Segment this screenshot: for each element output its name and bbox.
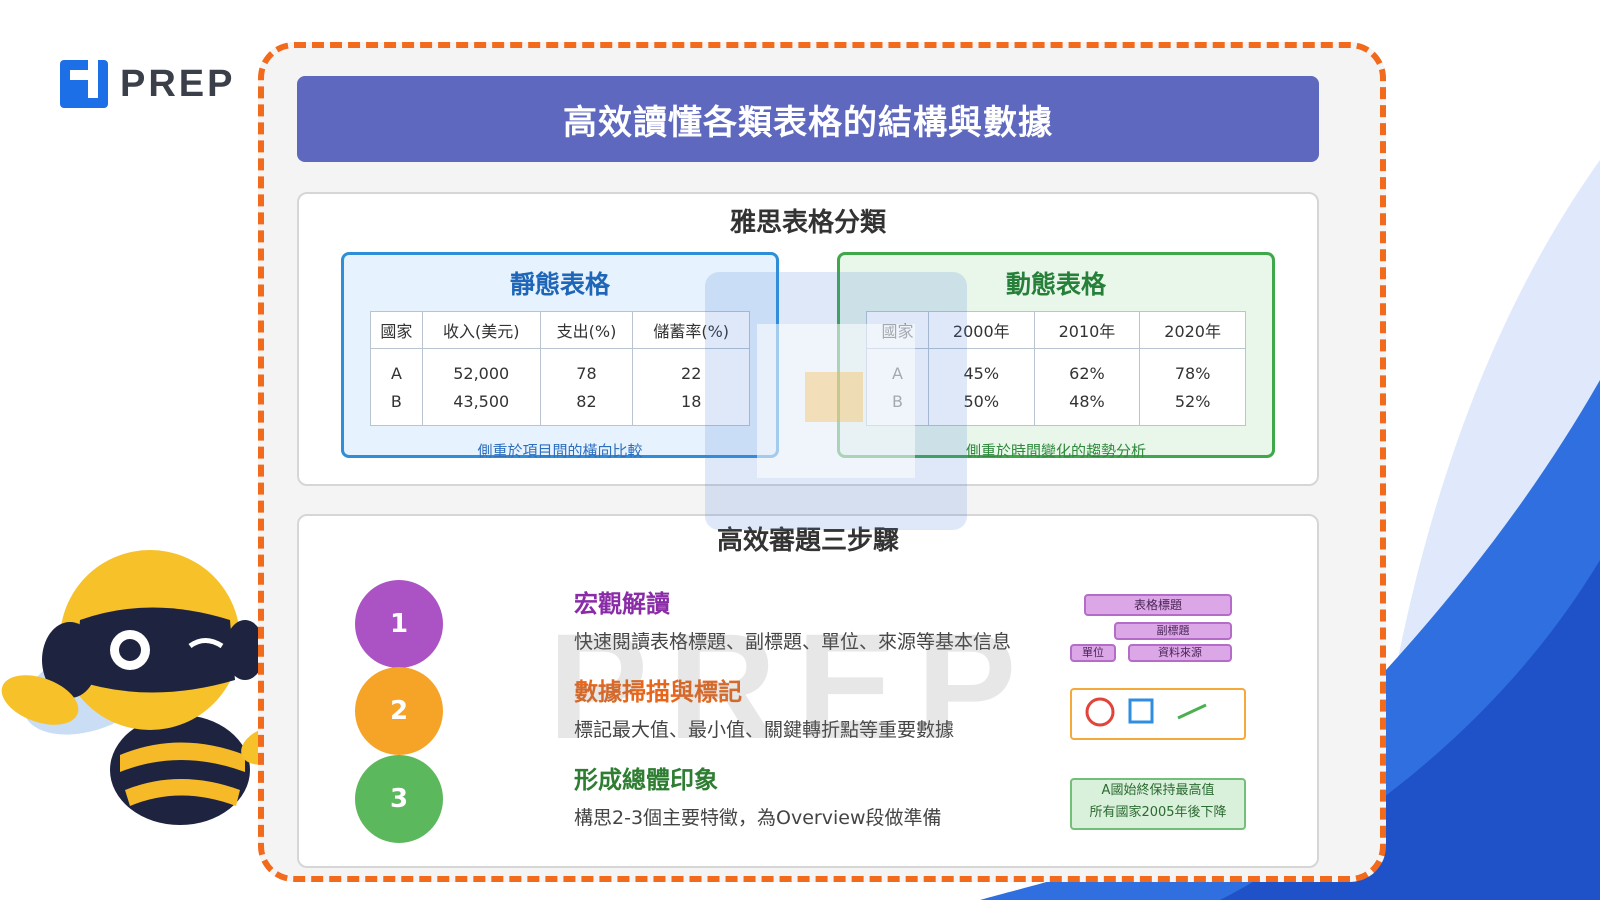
- table-cell: A: [866, 348, 929, 387]
- table-cell: 48%: [1033, 387, 1141, 426]
- dynamic-header: 2010年: [1033, 311, 1141, 349]
- dynamic-table: 國家 2000年 2010年 2020年 A 45% 62% 78% B 50%…: [866, 311, 1246, 426]
- static-table-card: 靜態表格 國家 收入(美元) 支出(%) 儲蓄率(%) A 52,000 78 …: [341, 252, 779, 460]
- prep-logo: PREP: [58, 58, 235, 110]
- table-cell: 52%: [1139, 387, 1246, 426]
- table-cell: 50%: [927, 387, 1035, 426]
- table-row: B 43,500 82 18: [370, 387, 750, 426]
- static-header: 儲蓄率(%): [632, 311, 750, 349]
- step-3-desc: 構思2-3個主要特徵，為Overview段做準備: [574, 807, 942, 829]
- dynamic-header: 2020年: [1139, 311, 1246, 349]
- table-classification-panel: 雅思表格分類 靜態表格 國家 收入(美元) 支出(%) 儲蓄率(%) A 52,…: [297, 192, 1319, 486]
- label-subtitle: 副標題: [1114, 622, 1232, 640]
- main-title: 高效讀懂各類表格的結構與數據: [563, 102, 1053, 143]
- dynamic-table-title: 動態表格: [1005, 270, 1106, 299]
- title-banner: 高效讀懂各類表格的結構與數據: [297, 76, 1319, 162]
- static-header: 收入(美元): [421, 311, 541, 349]
- table-row: B 50% 48% 52%: [866, 387, 1246, 426]
- static-header: 支出(%): [539, 311, 634, 349]
- steps-heading: 高效審題三步驟: [716, 526, 899, 556]
- step-3-badge: 3: [355, 755, 443, 843]
- table-cell: 78: [539, 348, 634, 387]
- summary-line: 所有國家2005年後下降: [1089, 805, 1227, 820]
- brand-name: PREP: [120, 62, 236, 105]
- step-1-badge: 1: [355, 580, 443, 668]
- dynamic-header: 國家: [866, 311, 929, 349]
- table-cell: 43,500: [421, 387, 541, 426]
- step-2-badge: 2: [355, 667, 443, 755]
- classification-heading: 雅思表格分類: [729, 208, 886, 238]
- table-cell: B: [370, 387, 423, 426]
- underline-mark-icon: [1177, 703, 1207, 720]
- table-cell: 22: [632, 348, 750, 387]
- table-cell: 62%: [1033, 348, 1141, 387]
- static-header: 國家: [370, 311, 423, 349]
- table-cell: 82: [539, 387, 634, 426]
- prep-logo-icon: [60, 60, 108, 108]
- summary-line: A國始終保持最高值: [1101, 783, 1215, 798]
- label-unit: 單位: [1070, 644, 1116, 662]
- marking-symbols: [1085, 697, 1207, 727]
- table-cell: 78%: [1139, 348, 1246, 387]
- square-mark-icon: [1128, 698, 1154, 724]
- label-source: 資料來源: [1128, 644, 1232, 662]
- table-cell: 45%: [927, 348, 1035, 387]
- static-table-note: 側重於項目間的橫向比較: [477, 442, 643, 460]
- marking-symbols-box: [1070, 688, 1246, 740]
- table-cell: A: [370, 348, 423, 387]
- label-table-title: 表格標題: [1084, 594, 1232, 616]
- dynamic-table-card: 動態表格 國家 2000年 2010年 2020年 A 45% 62% 78% …: [837, 252, 1275, 460]
- dynamic-header: 2000年: [927, 311, 1035, 349]
- static-table: 國家 收入(美元) 支出(%) 儲蓄率(%) A 52,000 78 22 B …: [370, 311, 750, 426]
- table-row: A 52,000 78 22: [370, 348, 750, 387]
- table-cell: B: [866, 387, 929, 426]
- circle-mark-icon: [1085, 697, 1115, 727]
- static-table-title: 靜態表格: [509, 270, 610, 299]
- watermark-text: PREP: [548, 602, 1037, 770]
- table-row: A 45% 62% 78%: [866, 348, 1246, 387]
- overview-summary-box: A國始終保持最高值 所有國家2005年後下降: [1070, 778, 1246, 830]
- table-cell: 52,000: [421, 348, 541, 387]
- dynamic-table-note: 側重於時間變化的趨勢分析: [965, 442, 1146, 460]
- table-cell: 18: [632, 387, 750, 426]
